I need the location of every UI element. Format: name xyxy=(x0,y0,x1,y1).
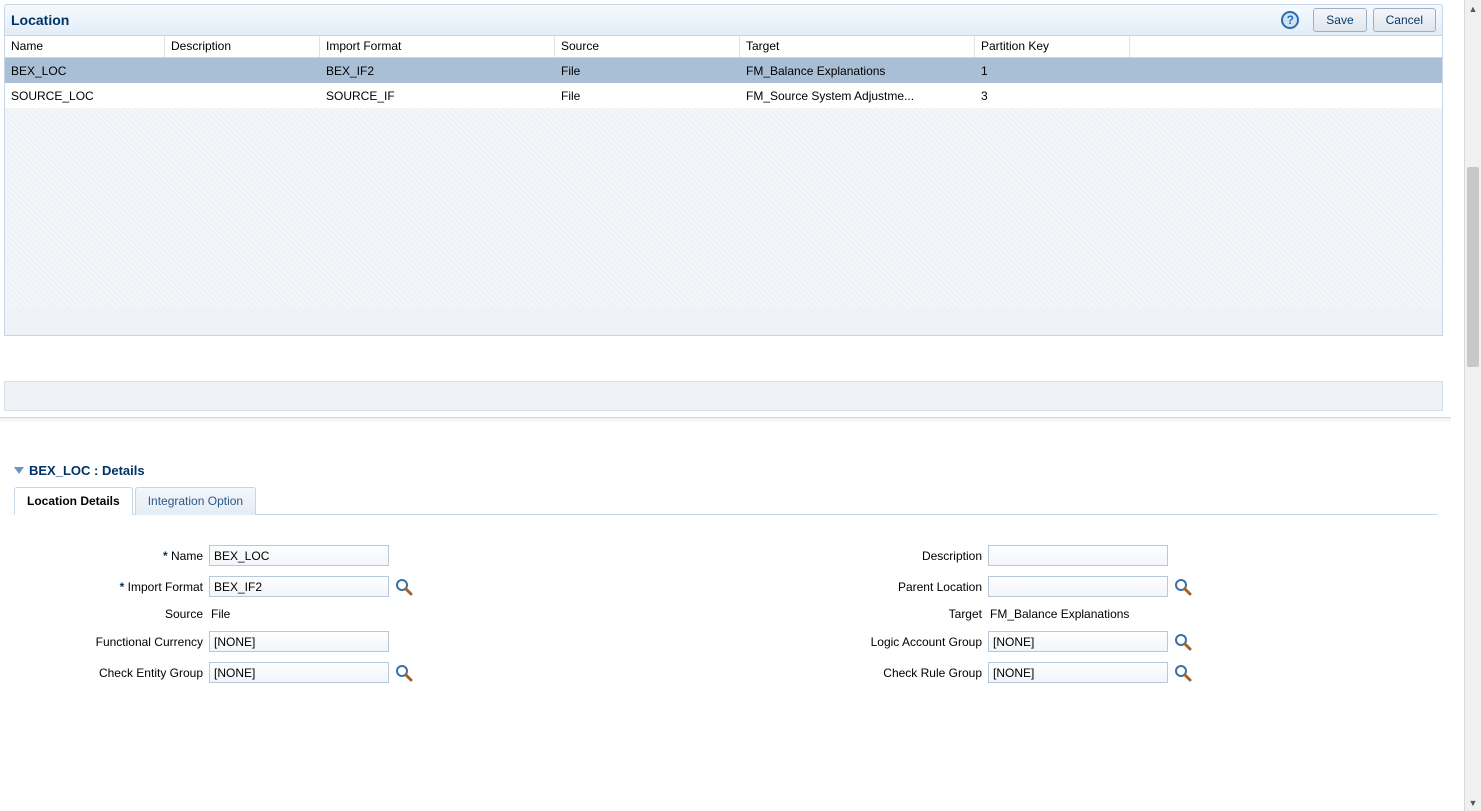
import-format-field[interactable] xyxy=(209,576,389,597)
cell-name: SOURCE_LOC xyxy=(5,85,165,107)
col-header-spacer xyxy=(1130,36,1442,57)
col-header-description[interactable]: Description xyxy=(165,36,320,57)
scroll-down-icon[interactable]: ▼ xyxy=(1465,794,1481,811)
check-rule-group-field[interactable] xyxy=(988,662,1168,683)
label-functional-currency: Functional Currency xyxy=(24,635,209,649)
scroll-up-icon[interactable]: ▲ xyxy=(1465,0,1481,17)
header-bar: Location ? Save Cancel xyxy=(4,4,1443,36)
cell-description xyxy=(165,67,320,75)
target-value: FM_Balance Explanations xyxy=(988,607,1129,621)
grid-body: BEX_LOC BEX_IF2 File FM_Balance Explanat… xyxy=(5,58,1442,308)
col-header-partition-key[interactable]: Partition Key xyxy=(975,36,1130,57)
location-grid: Name Description Import Format Source Ta… xyxy=(4,36,1443,336)
cell-name: BEX_LOC xyxy=(5,60,165,82)
grid-header: Name Description Import Format Source Ta… xyxy=(5,36,1442,58)
search-icon[interactable] xyxy=(395,664,413,682)
cell-source: File xyxy=(555,60,740,82)
label-check-rule-group: Check Rule Group xyxy=(473,666,988,680)
name-field[interactable] xyxy=(209,545,389,566)
cell-source: File xyxy=(555,85,740,107)
label-parent-location: Parent Location xyxy=(473,580,988,594)
parent-location-field[interactable] xyxy=(988,576,1168,597)
description-field[interactable] xyxy=(988,545,1168,566)
details-section: BEX_LOC : Details Location Details Integ… xyxy=(14,463,1437,713)
cell-target: FM_Source System Adjustme... xyxy=(740,85,975,107)
search-icon[interactable] xyxy=(1174,633,1192,651)
table-row[interactable]: SOURCE_LOC SOURCE_IF File FM_Source Syst… xyxy=(5,83,1442,108)
cell-import-format: BEX_IF2 xyxy=(320,60,555,82)
details-tabs: Location Details Integration Option xyxy=(14,486,1437,515)
cell-import-format: SOURCE_IF xyxy=(320,85,555,107)
cell-partition-key: 1 xyxy=(975,60,1130,82)
logic-account-group-field[interactable] xyxy=(988,631,1168,652)
filter-bar xyxy=(4,381,1443,411)
form-col-left: Name Import Format Source File Functiona… xyxy=(24,545,413,683)
table-row[interactable]: BEX_LOC BEX_IF2 File FM_Balance Explanat… xyxy=(5,58,1442,83)
col-header-import-format[interactable]: Import Format xyxy=(320,36,555,57)
label-source: Source xyxy=(24,607,209,621)
tab-location-details[interactable]: Location Details xyxy=(14,487,133,515)
disclosure-icon xyxy=(14,467,24,474)
details-title-text: BEX_LOC : Details xyxy=(29,463,145,478)
page-title: Location xyxy=(11,12,1281,28)
search-icon[interactable] xyxy=(1174,578,1192,596)
label-description: Description xyxy=(473,549,988,563)
label-logic-account-group: Logic Account Group xyxy=(473,635,988,649)
search-icon[interactable] xyxy=(1174,664,1192,682)
label-import-format: Import Format xyxy=(24,580,209,594)
col-header-name[interactable]: Name xyxy=(5,36,165,57)
cell-target: FM_Balance Explanations xyxy=(740,60,975,82)
check-entity-group-field[interactable] xyxy=(209,662,389,683)
tab-integration-option[interactable]: Integration Option xyxy=(135,487,256,515)
scroll-track[interactable] xyxy=(1465,17,1481,794)
cancel-button[interactable]: Cancel xyxy=(1373,8,1436,32)
label-check-entity-group: Check Entity Group xyxy=(24,666,209,680)
panel-separator xyxy=(0,417,1451,423)
details-form: Name Import Format Source File Functiona… xyxy=(14,515,1437,713)
scroll-thumb[interactable] xyxy=(1467,167,1479,367)
form-col-right: Description Parent Location Target FM_Ba… xyxy=(473,545,1192,683)
vertical-scrollbar[interactable]: ▲ ▼ xyxy=(1464,0,1481,811)
label-target: Target xyxy=(473,607,988,621)
cell-description xyxy=(165,92,320,100)
label-name: Name xyxy=(24,549,209,563)
functional-currency-field[interactable] xyxy=(209,631,389,652)
col-header-source[interactable]: Source xyxy=(555,36,740,57)
save-button[interactable]: Save xyxy=(1313,8,1366,32)
cell-partition-key: 3 xyxy=(975,85,1130,107)
help-icon[interactable]: ? xyxy=(1281,11,1299,29)
search-icon[interactable] xyxy=(395,578,413,596)
details-title[interactable]: BEX_LOC : Details xyxy=(14,463,1437,478)
col-header-target[interactable]: Target xyxy=(740,36,975,57)
source-value: File xyxy=(209,607,230,621)
